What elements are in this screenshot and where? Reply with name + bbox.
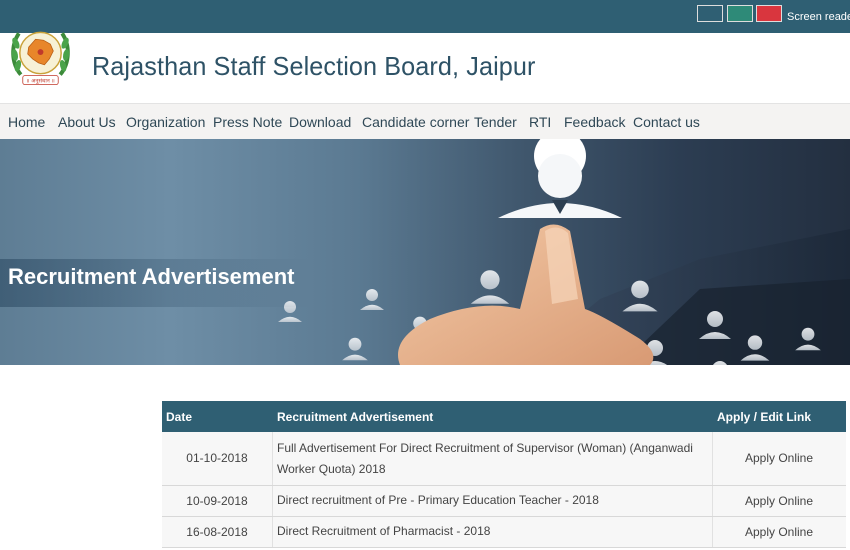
nav-rti[interactable]: RTI — [529, 114, 551, 130]
theme-green-button[interactable] — [727, 5, 753, 22]
page-banner: Recruitment Advertisement — [0, 139, 850, 365]
theme-blue-button[interactable] — [697, 5, 723, 22]
table-header: Date Recruitment Advertisement Apply / E… — [162, 401, 846, 432]
header-link: Apply / Edit Link — [717, 410, 812, 424]
apply-online-link[interactable]: Apply Online — [712, 525, 846, 539]
site-title[interactable]: Rajasthan Staff Selection Board, Jaipur — [92, 51, 536, 82]
screen-reader-link[interactable]: Screen reader a — [787, 11, 850, 23]
nav-organization[interactable]: Organization — [126, 114, 205, 130]
top-bar: Screen reader a — [0, 0, 850, 33]
nav-download[interactable]: Download — [289, 114, 351, 130]
site-header: ॥ अनुसंधान ॥ Rajasthan Staff Selection B… — [0, 31, 850, 103]
row-title: Full Advertisement For Direct Recruitmen… — [277, 441, 693, 476]
nav-home[interactable]: Home — [8, 114, 45, 130]
rssb-emblem-logo[interactable]: ॥ अनुसंधान ॥ — [9, 13, 72, 95]
logo-ribbon-text: ॥ अनुसंधान ॥ — [26, 78, 54, 85]
nav-about-us[interactable]: About Us — [58, 114, 116, 130]
table-row: 01-10-2018 Full Advertisement For Direct… — [162, 432, 846, 486]
nav-contact-us[interactable]: Contact us — [633, 114, 700, 130]
nav-press-note[interactable]: Press Note — [213, 114, 282, 130]
table-row: 10-09-2018 Direct recruitment of Pre - P… — [162, 486, 846, 517]
banner-people-network-image — [278, 139, 850, 365]
header-date: Date — [166, 410, 193, 424]
row-date: 16-08-2018 — [186, 525, 248, 539]
table-row: 16-08-2018 Direct Recruitment of Pharmac… — [162, 517, 846, 548]
row-date: 01-10-2018 — [186, 451, 248, 465]
header-title: Recruitment Advertisement — [277, 410, 434, 424]
apply-online-link[interactable]: Apply Online — [712, 494, 846, 508]
nav-tender[interactable]: Tender — [474, 114, 517, 130]
row-title: Direct recruitment of Pre - Primary Educ… — [277, 493, 599, 507]
theme-red-button[interactable] — [756, 5, 782, 22]
row-title: Direct Recruitment of Pharmacist - 2018 — [277, 524, 491, 538]
page-title: Recruitment Advertisement — [8, 264, 295, 289]
row-date: 10-09-2018 — [186, 494, 248, 508]
nav-candidate-corner[interactable]: Candidate corner — [362, 114, 469, 130]
main-nav: Home About Us Organization Press Note Do… — [0, 103, 850, 139]
recruitment-table: Date Recruitment Advertisement Apply / E… — [162, 401, 846, 548]
nav-feedback[interactable]: Feedback — [564, 114, 625, 130]
apply-online-link[interactable]: Apply Online — [712, 451, 846, 465]
